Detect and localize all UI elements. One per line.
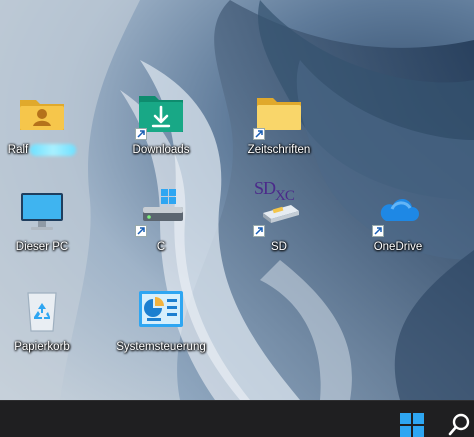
desktop-icon-label: Downloads: [132, 144, 190, 156]
desktop-icon-label: Systemsteuerung: [116, 341, 206, 353]
desktop-icon-label: OneDrive: [373, 241, 423, 253]
desktop-icon-dieser-pc[interactable]: Dieser PC: [0, 183, 90, 269]
folder-icon: [253, 90, 303, 140]
onedrive-cloud-icon: [372, 187, 422, 237]
drive-icon: [135, 187, 185, 237]
search-icon: [448, 413, 470, 436]
desktop-icon-onedrive[interactable]: OneDrive: [350, 183, 446, 269]
control-panel-icon: [137, 287, 185, 335]
desktop-icon-c-drive[interactable]: C: [113, 183, 209, 269]
downloads-folder-icon: [135, 90, 185, 140]
shortcut-arrow-icon: [135, 225, 147, 237]
start-button[interactable]: [396, 409, 428, 437]
windows-logo-icon: [400, 413, 424, 437]
user-folder-icon: [18, 90, 66, 138]
recycle-bin-icon: [18, 287, 66, 335]
desktop-icon-downloads[interactable]: Downloads: [113, 86, 209, 172]
taskbar: [0, 400, 474, 437]
search-button[interactable]: [444, 409, 474, 437]
shortcut-arrow-icon: [135, 128, 147, 140]
shortcut-arrow-icon: [372, 225, 384, 237]
desktop-icon-label: Dieser PC: [15, 241, 69, 253]
desktop-icon-zeitschriften[interactable]: Zeitschriften: [231, 86, 327, 172]
desktop-icon-label: Papierkorb: [14, 341, 70, 353]
desktop-icon-sd[interactable]: SD: [231, 183, 327, 269]
desktop-icon-label: C: [156, 241, 166, 253]
redacted-name-blur: [30, 144, 77, 156]
desktop-icon-label: Ralf: [8, 144, 77, 156]
shortcut-arrow-icon: [253, 128, 265, 140]
desktop-icon-systemsteuerung[interactable]: Systemsteuerung: [113, 283, 209, 369]
desktop-icon-papierkorb[interactable]: Papierkorb: [0, 283, 90, 369]
shortcut-arrow-icon: [253, 225, 265, 237]
monitor-icon: [18, 187, 66, 235]
sd-card-icon: [253, 187, 303, 237]
desktop-icon-label: Zeitschriften: [247, 144, 311, 156]
desktop-icon-label: SD: [271, 241, 287, 253]
desktop-icon-ralf[interactable]: Ralf: [0, 86, 90, 172]
